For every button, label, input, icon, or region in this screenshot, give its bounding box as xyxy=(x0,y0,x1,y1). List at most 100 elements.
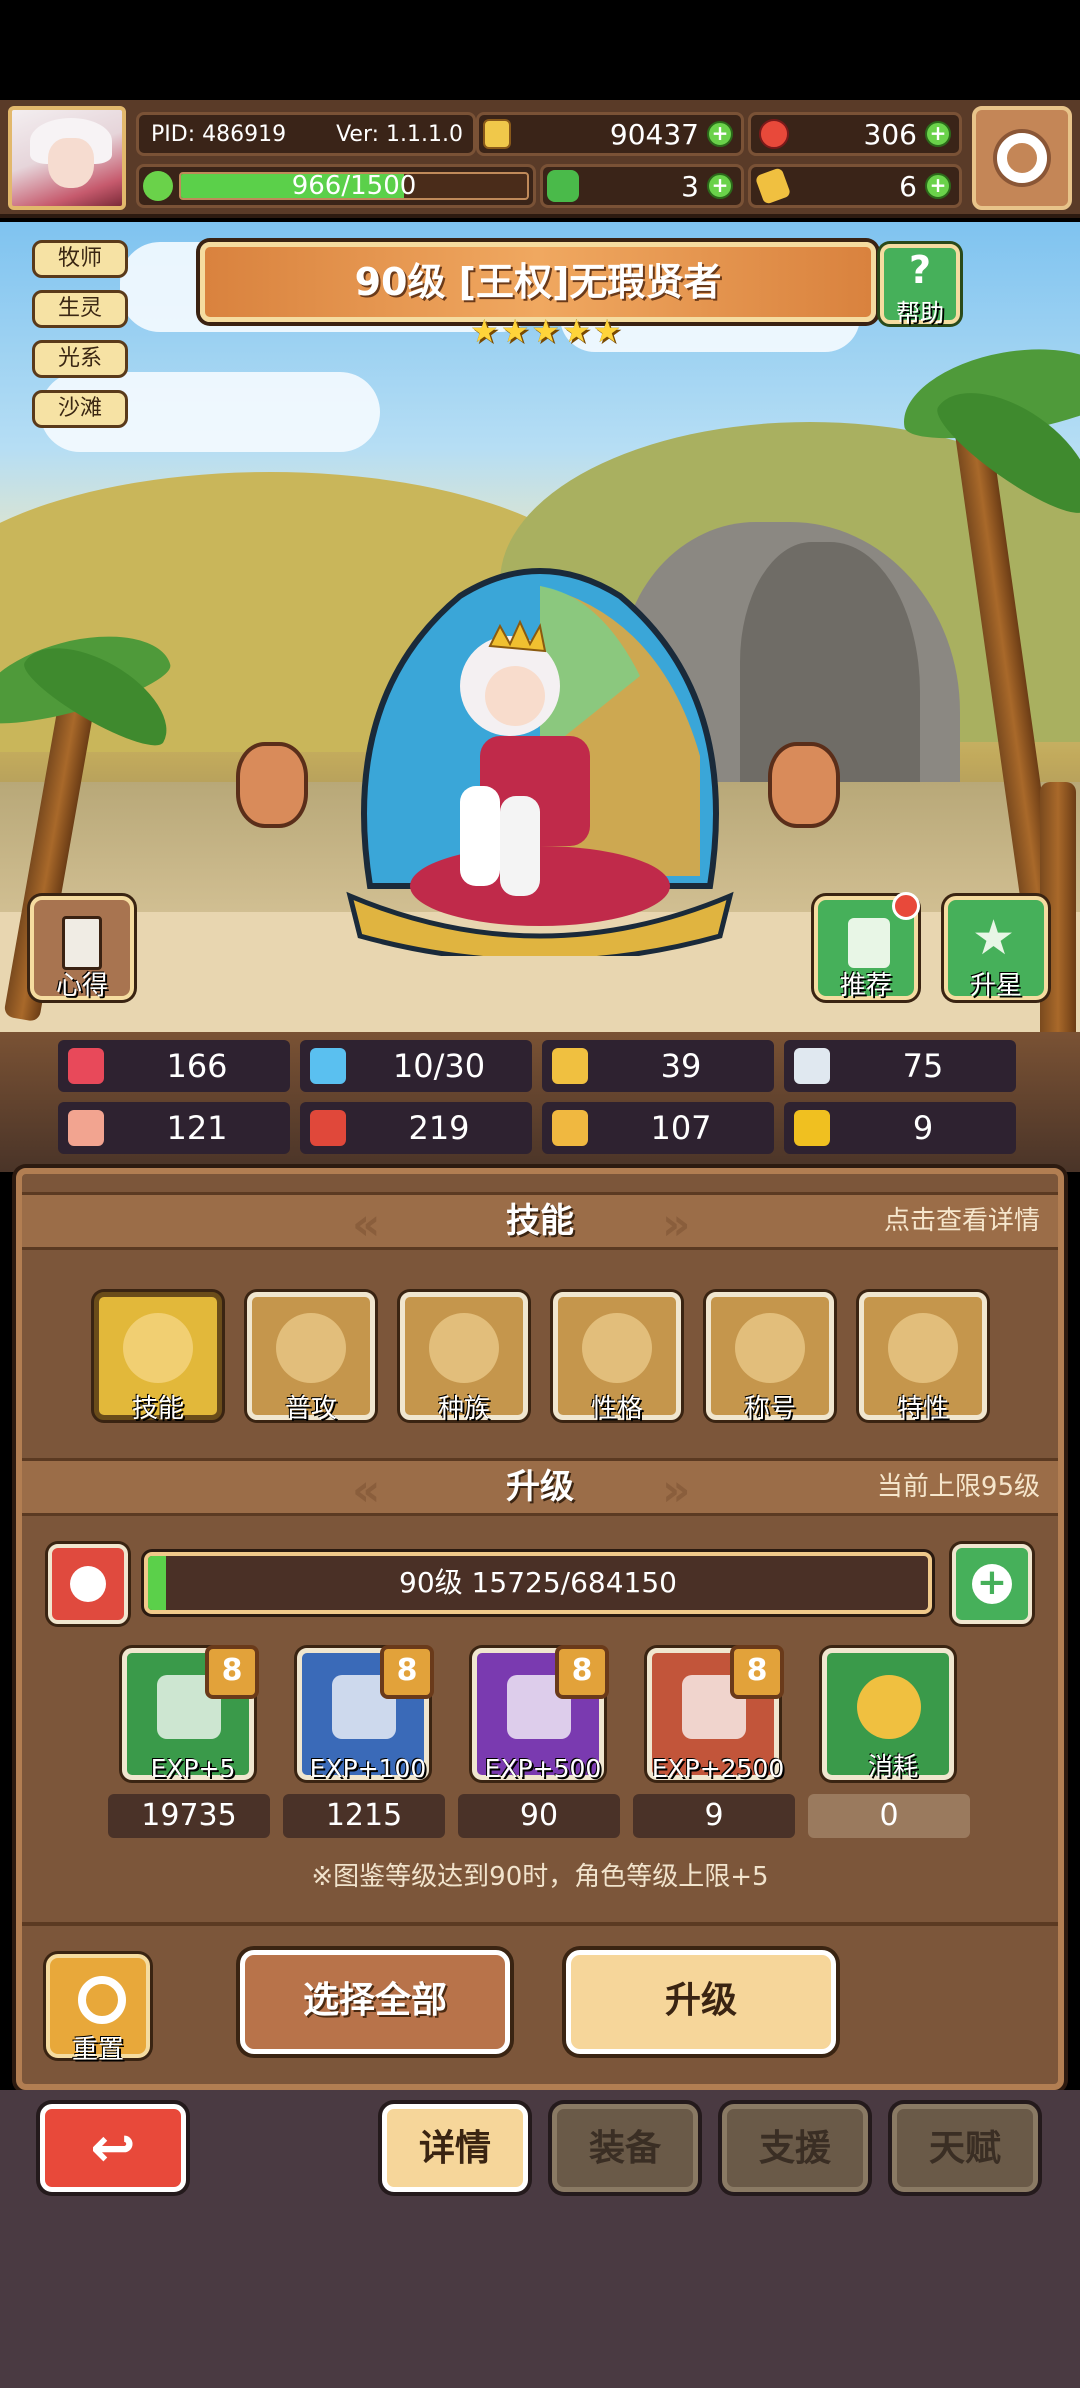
tab-support[interactable]: 支援 xyxy=(722,2104,868,2192)
settings-button[interactable] xyxy=(972,106,1072,210)
exp-item-label: 消耗 xyxy=(867,1752,918,1781)
skill-slot[interactable]: 技能 xyxy=(94,1292,222,1424)
add-gem-plus-icon[interactable]: + xyxy=(925,121,951,147)
exp-item[interactable]: 消耗 xyxy=(822,1648,954,1781)
select-all-button[interactable]: 选择全部 xyxy=(240,1950,510,2054)
stat-value: 39 xyxy=(660,1047,702,1085)
hero-title: 90级 [王权]无瑕贤者 xyxy=(200,242,876,322)
exp-item[interactable]: 8 EXP+2500 xyxy=(647,1645,784,1783)
hero-star-rating: ★ ★ ★ ★ ★ xyxy=(470,312,622,350)
left-chevrons-icon: « xyxy=(352,1199,381,1250)
clover-icon xyxy=(547,170,579,202)
stat-value: 9 xyxy=(912,1109,934,1147)
add-clover-plus-icon[interactable]: + xyxy=(707,173,733,199)
skill-slot[interactable]: 称号 xyxy=(706,1292,834,1424)
help-button[interactable]: ? 帮助 xyxy=(880,244,960,327)
tab-talent[interactable]: 天赋 xyxy=(892,2104,1038,2192)
hero-tag-element: 光系 xyxy=(32,340,128,378)
pid-version-panel: PID: 486919 Ver: 1.1.1.0 xyxy=(136,112,476,156)
skill-slot[interactable]: 特性 xyxy=(859,1292,987,1424)
insight-button[interactable]: 心得 xyxy=(30,896,134,1001)
exp-item-owned-count: 9 xyxy=(633,1794,795,1838)
reset-button[interactable]: 重置 xyxy=(46,1954,150,2065)
hero-tag-skin: 沙滩 xyxy=(32,390,128,428)
skills-detail-hint[interactable]: 点击查看详情 xyxy=(884,1195,1040,1247)
add-ticket-plus-icon[interactable]: + xyxy=(925,173,951,199)
exp-item-owned-count: 0 xyxy=(808,1794,970,1838)
panel-divider xyxy=(22,1922,1058,1926)
skill-slot[interactable]: 性格 xyxy=(553,1292,681,1424)
shield-icon xyxy=(552,1048,588,1084)
star-icon: ★ xyxy=(972,910,1016,966)
wing-icon xyxy=(794,1048,830,1084)
skill-slot[interactable]: 种族 xyxy=(400,1292,528,1424)
star-icon: ★ xyxy=(562,312,591,350)
game-version: Ver: 1.1.1.0 xyxy=(336,121,463,147)
stat-boot: 107 xyxy=(542,1102,774,1154)
recommend-label: 推荐 xyxy=(839,971,892,1001)
tab-details[interactable]: 详情 xyxy=(382,2104,528,2192)
exp-item[interactable]: 8 EXP+500 xyxy=(472,1645,609,1783)
exp-item[interactable]: 8 EXP+100 xyxy=(297,1645,434,1783)
stat-wing: 75 xyxy=(784,1040,1016,1092)
level-down-button[interactable] xyxy=(48,1544,128,1624)
level-cap-note: 当前上限95级 xyxy=(876,1472,1040,1502)
gem-amount: 306 xyxy=(863,117,917,151)
skills-section-header: « » 技能 点击查看详情 xyxy=(22,1192,1058,1250)
skill-slot[interactable]: 普攻 xyxy=(247,1292,375,1424)
tab-equipment[interactable]: 装备 xyxy=(552,2104,698,2192)
upgrade-button[interactable]: 升级 xyxy=(566,1950,836,2054)
left-chevrons-icon: « xyxy=(352,1465,381,1516)
right-chevrons-icon: » xyxy=(662,1199,691,1250)
coin-icon xyxy=(857,1675,921,1739)
exp-item-label: EXP+2500 xyxy=(651,1754,785,1783)
item-count-badge: 8 xyxy=(555,1645,609,1699)
exp-item[interactable]: 8 EXP+5 xyxy=(122,1645,259,1783)
star-icon: ★ xyxy=(592,312,622,350)
stat-book: 219 xyxy=(300,1102,532,1154)
help-label: 帮助 xyxy=(896,299,944,327)
fist-icon xyxy=(68,1110,104,1146)
stat-value: 166 xyxy=(166,1047,228,1085)
ticket-icon xyxy=(754,167,792,205)
stat-horseshoe: 9 xyxy=(784,1102,1016,1154)
stat-fist: 121 xyxy=(58,1102,290,1154)
right-chevrons-icon: » xyxy=(662,1465,691,1516)
player-avatar[interactable] xyxy=(8,106,126,210)
ticket-panel: 6 + xyxy=(748,164,962,208)
level-progress-bar: 90级 15725/684150 xyxy=(144,1552,932,1614)
figure-icon xyxy=(582,1313,652,1383)
skill-slot-label: 性格 xyxy=(590,1394,643,1424)
back-button[interactable]: ↩ xyxy=(40,2104,186,2192)
ticket-amount: 6 xyxy=(899,169,917,203)
gold-coin-icon xyxy=(483,119,511,149)
gem-panel: 306 + xyxy=(748,112,962,156)
reset-label: 重置 xyxy=(71,2035,124,2065)
exp-item-owned-count: 1215 xyxy=(283,1794,445,1838)
stat-shield: 39 xyxy=(542,1040,774,1092)
plus-icon: + xyxy=(972,1564,1012,1604)
stat-value: 75 xyxy=(902,1047,944,1085)
add-gold-plus-icon[interactable]: + xyxy=(707,121,733,147)
arrow-down-icon xyxy=(70,1566,106,1602)
exp-item-label: EXP+500 xyxy=(484,1754,602,1783)
star-up-button[interactable]: ★ 升星 xyxy=(944,896,1048,1001)
hero-portrait[interactable] xyxy=(340,556,740,956)
skill-slot-label: 种族 xyxy=(437,1394,490,1424)
level-progress-text: 90级 15725/684150 xyxy=(399,1566,677,1599)
previous-hero-button[interactable] xyxy=(236,742,308,828)
question-icon: ? xyxy=(908,248,932,292)
gear-icon xyxy=(997,133,1047,183)
exp-item-label: EXP+5 xyxy=(150,1754,236,1783)
red-gem-icon xyxy=(759,119,789,149)
skill-slot-label: 称号 xyxy=(743,1394,796,1424)
codex-level-note: ※图鉴等级达到90时，角色等级上限+5 xyxy=(311,1862,769,1892)
figure-icon xyxy=(429,1313,499,1383)
next-hero-button[interactable] xyxy=(768,742,840,828)
exp-item-owned-count: 19735 xyxy=(108,1794,270,1838)
thumbs-up-icon xyxy=(848,918,890,968)
skill-slot-label: 特性 xyxy=(896,1394,949,1424)
stat-heart: 166 xyxy=(58,1040,290,1092)
star-icon: ★ xyxy=(531,312,561,350)
level-up-plus-button[interactable]: + xyxy=(952,1544,1032,1624)
